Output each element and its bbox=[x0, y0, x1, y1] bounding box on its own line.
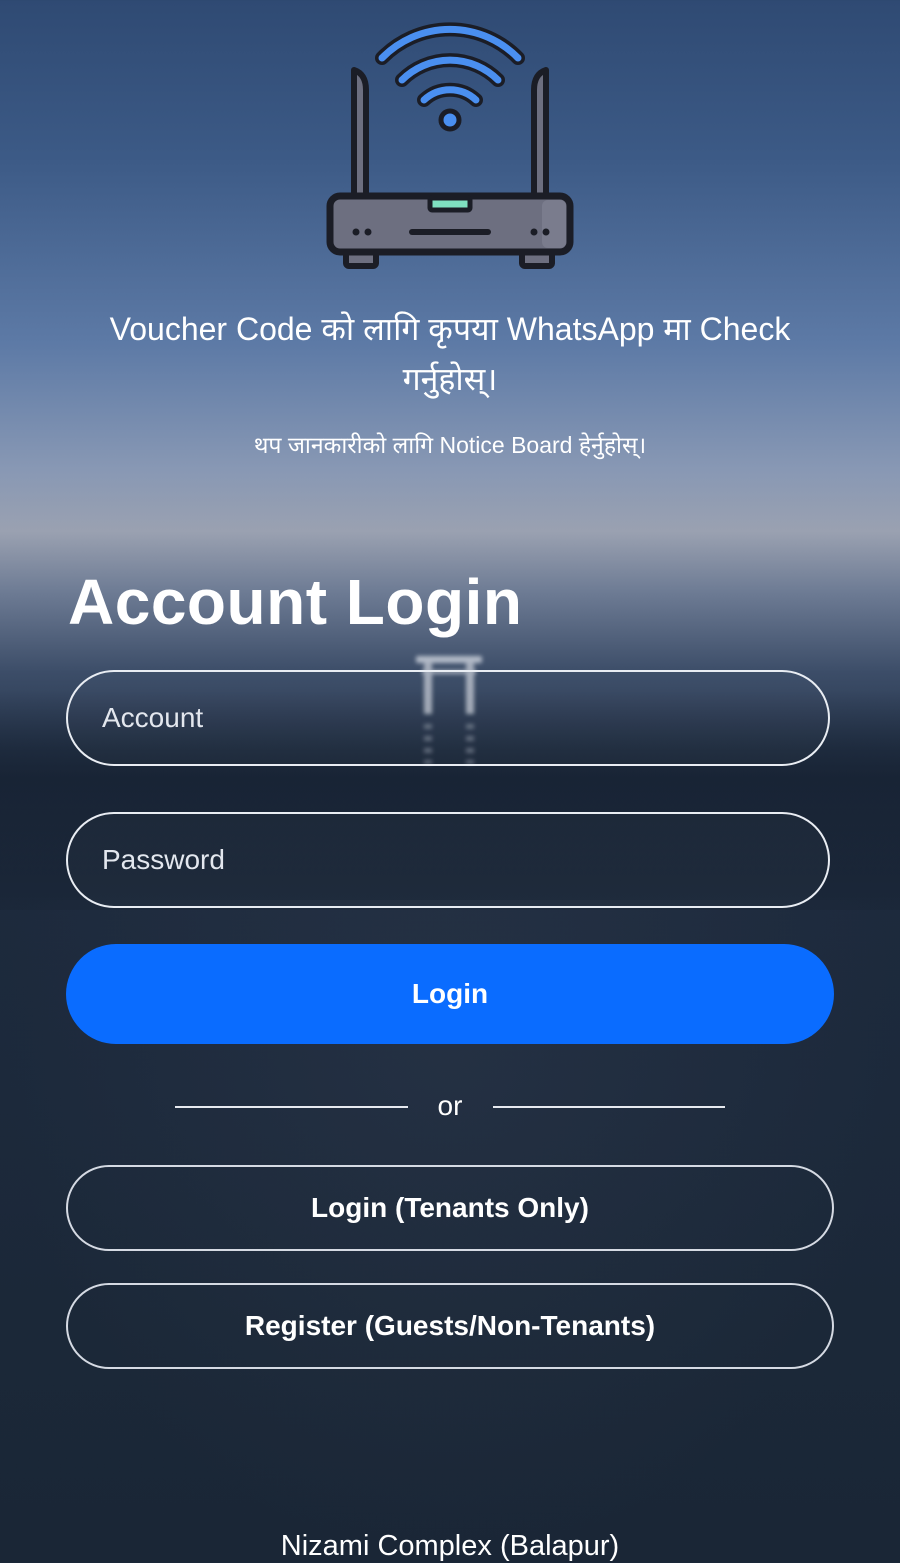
divider-line-right bbox=[493, 1106, 725, 1108]
location-label: Nizami Complex (Balapur) bbox=[280, 1530, 620, 1562]
account-input[interactable] bbox=[102, 672, 792, 764]
register-button[interactable]: Register (Guests/Non-Tenants) bbox=[66, 1283, 834, 1369]
tenants-login-button[interactable]: Login (Tenants Only) bbox=[66, 1165, 834, 1251]
wifi-router-icon bbox=[320, 14, 580, 276]
account-field-container bbox=[66, 670, 830, 766]
password-input[interactable] bbox=[102, 814, 792, 906]
divider-or-label: or bbox=[437, 1090, 463, 1121]
divider-line-left bbox=[175, 1106, 408, 1108]
notice-message: थप जानकारीको लागि Notice Board हेर्नुहोस… bbox=[253, 432, 647, 458]
voucher-message: Voucher Code को लागि कृपया WhatsApp मा C… bbox=[109, 311, 791, 397]
login-button[interactable]: Login bbox=[66, 944, 834, 1044]
password-field-container bbox=[66, 812, 830, 908]
page-title: Account Login bbox=[68, 566, 523, 638]
